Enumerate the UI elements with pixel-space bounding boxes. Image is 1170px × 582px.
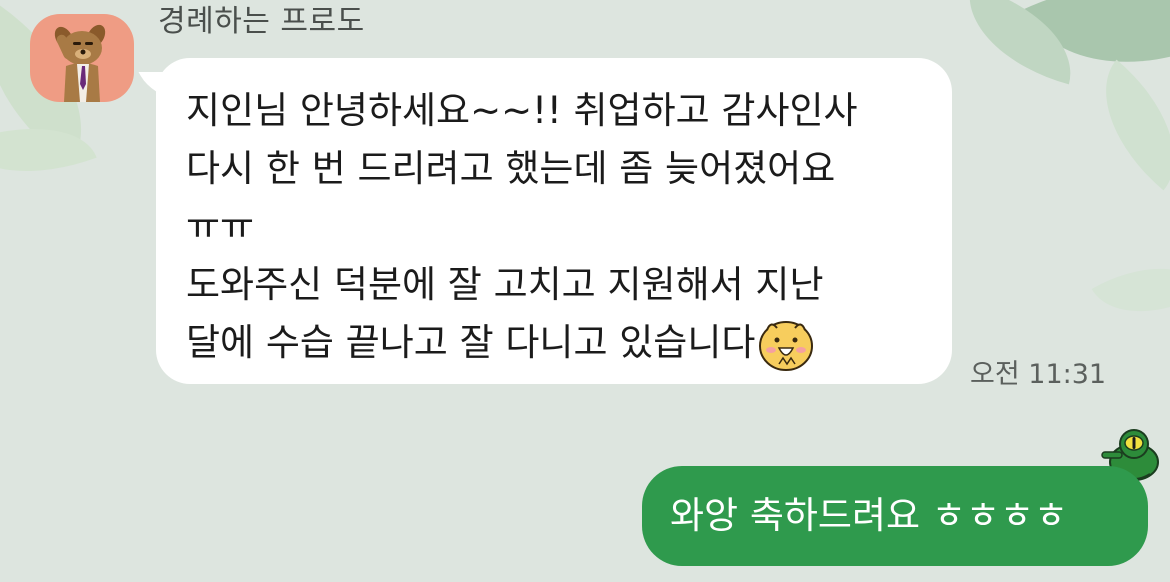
outgoing-message-bubble[interactable]: 와앙 축하드려요 ㅎㅎㅎㅎ (642, 466, 1148, 566)
sender-name: 경례하는 프로도 (158, 4, 365, 39)
message-timestamp: 오전 11:31 (970, 359, 1107, 390)
outgoing-message-text: 와앙 축하드려요 ㅎㅎㅎㅎ (670, 494, 1068, 537)
sender-avatar[interactable] (30, 14, 134, 102)
message-line: 달에 수습 끝나고 잘 다니고 있습니다 (186, 321, 756, 364)
background-leaf (1091, 239, 1170, 341)
chunsik-emoji-icon (757, 314, 815, 372)
incoming-message-bubble[interactable]: 지인님 안녕하세요~~!! 취업하고 감사인사 다시 한 번 드리려고 했는데 … (138, 58, 952, 384)
message-line: 지인님 안녕하세요~~!! 취업하고 감사인사 (186, 89, 858, 132)
background-leaf (1071, 59, 1170, 191)
frodo-saluting-avatar-icon (54, 24, 106, 102)
message-line: ㅠㅠ (186, 205, 255, 248)
message-line: 도와주신 덕분에 잘 고치고 지원해서 지난 (186, 263, 824, 306)
message-line-with-emoji: 달에 수습 끝나고 잘 다니고 있습니다 (186, 314, 922, 372)
message-line: 다시 한 번 드리려고 했는데 좀 늦어졌어요 (186, 147, 836, 190)
